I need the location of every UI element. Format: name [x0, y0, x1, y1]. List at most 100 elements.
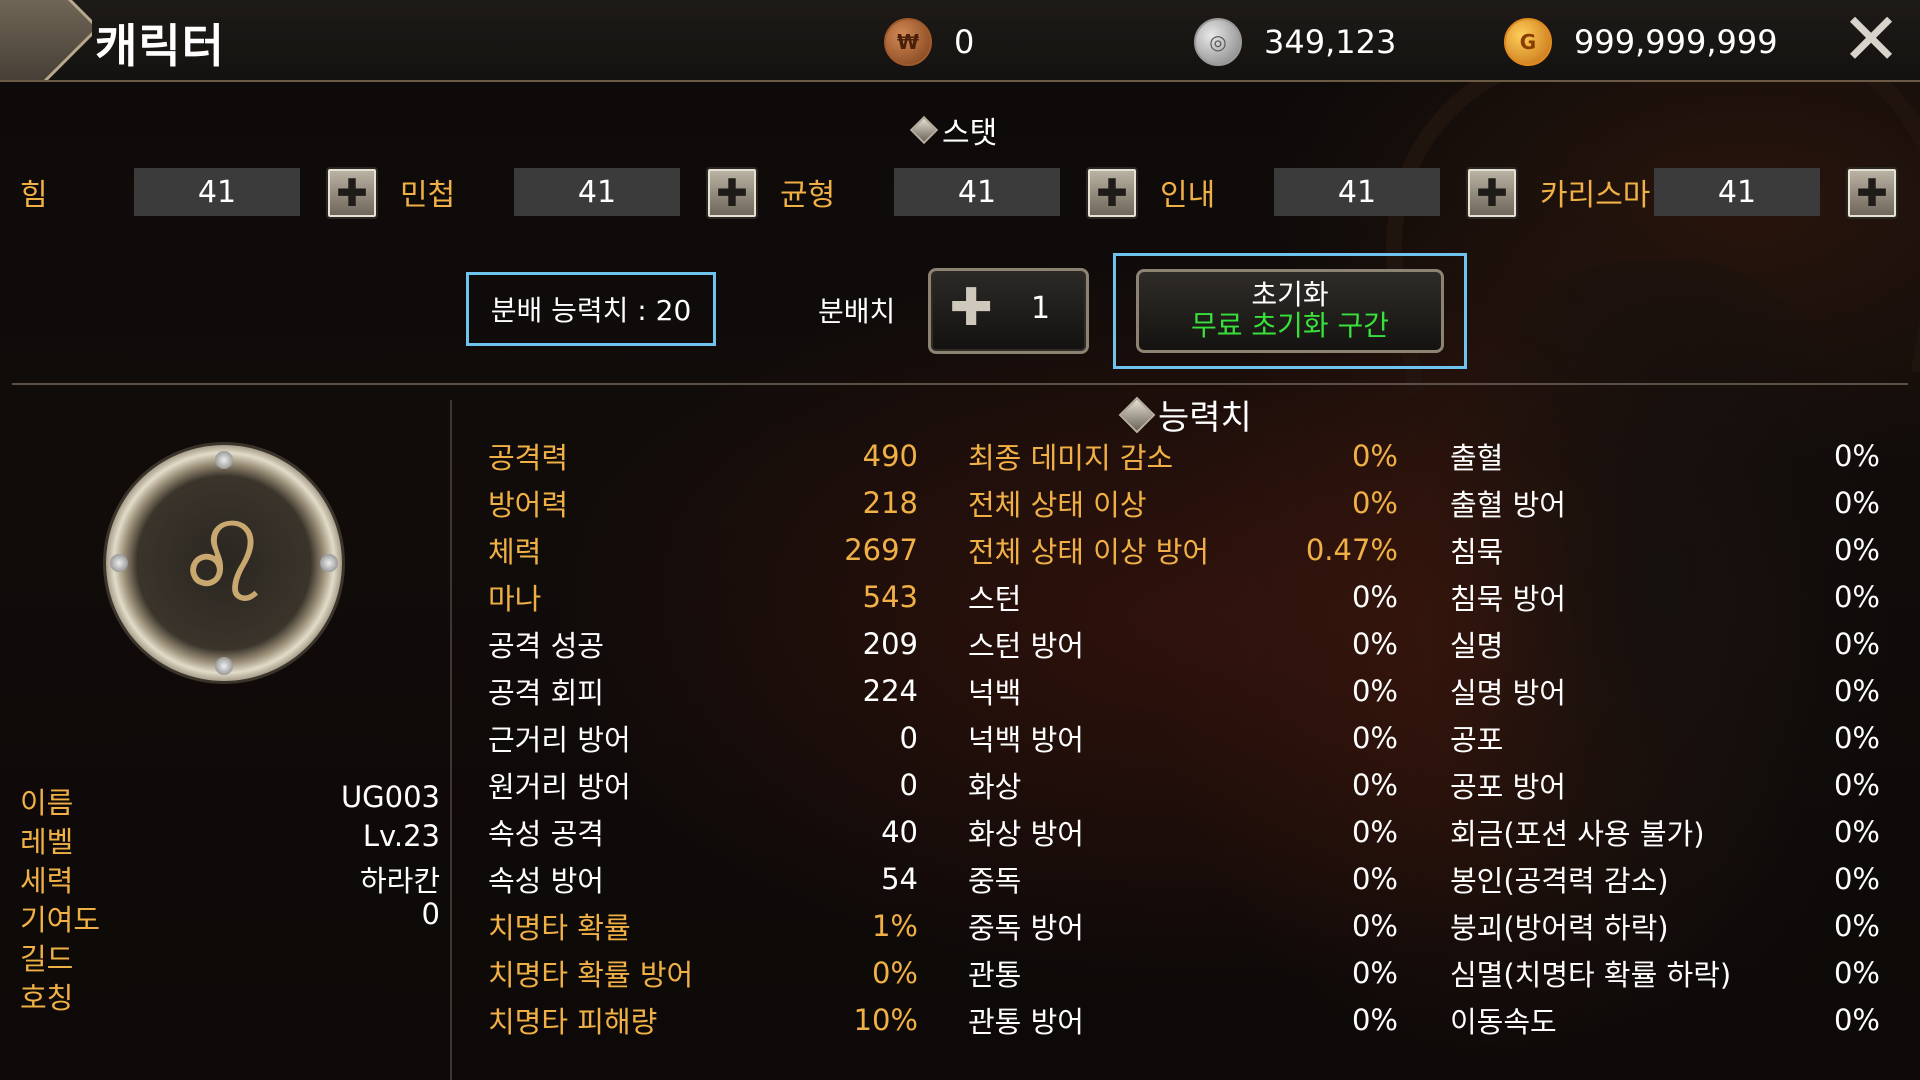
- ability-name: 봉인(공격력 감소): [1450, 863, 1669, 898]
- ability-name: 공격력: [488, 440, 569, 475]
- ability-name: 스턴: [968, 581, 1022, 616]
- profile-key: 이름: [20, 786, 74, 820]
- ability-value: 54: [881, 861, 918, 896]
- ability-name: 치명타 확률: [488, 910, 631, 945]
- ability-value: 0: [899, 720, 918, 755]
- ability-name: 심멸(치명타 확률 하락): [1450, 957, 1732, 992]
- divider-vertical: [450, 400, 452, 1080]
- stat-label-dex: 민첩: [400, 178, 456, 213]
- ability-name: 공포: [1450, 722, 1504, 757]
- header-bar: 캐릭터 ₩ 0 ◎ 349,123 G 999,999,999 ✕: [0, 0, 1920, 82]
- stat-label-end: 인내: [1160, 178, 1216, 213]
- ability-name: 붕괴(방어력 하락): [1450, 910, 1669, 945]
- free-reset-label: 무료 초기화 구간: [1190, 309, 1390, 342]
- ability-name: 넉백: [968, 675, 1022, 710]
- close-button[interactable]: ✕: [1836, 3, 1906, 76]
- ability-value: 0%: [1833, 438, 1880, 473]
- plus-icon[interactable]: ✚: [947, 282, 995, 334]
- ability-value: 0%: [1833, 532, 1880, 567]
- ability-value: 0%: [1351, 485, 1398, 520]
- ability-row: 치명타 확률 1%: [488, 902, 918, 949]
- emblem-stud: [215, 451, 233, 469]
- distribute-amount-stepper[interactable]: ✚ 1: [928, 268, 1089, 354]
- profile-key: 길드: [20, 942, 74, 976]
- ability-name: 화상: [968, 769, 1022, 804]
- ability-name: 치명타 피해량: [488, 1004, 658, 1039]
- profile-key: 레벨: [20, 825, 74, 859]
- ability-name: 출혈 방어: [1450, 487, 1566, 522]
- close-icon: ✕: [1840, 0, 1902, 81]
- ability-value: 0%: [1833, 720, 1880, 755]
- distribute-points-box: 분배 능력치 : 20: [466, 272, 716, 346]
- ability-value: 0%: [1351, 814, 1398, 849]
- profile-key: 기여도: [20, 903, 101, 937]
- currency-value: 349,123: [1264, 23, 1397, 61]
- profile-value: UG003: [340, 780, 440, 814]
- ability-value: 0%: [1833, 767, 1880, 802]
- faction-emblem: ♌: [106, 445, 342, 681]
- stat-plus-button-dex[interactable]: ✚: [706, 167, 758, 219]
- ability-name: 마나: [488, 581, 542, 616]
- ability-value: 0%: [1833, 955, 1880, 990]
- ability-row: 화상 방어 0%: [968, 808, 1398, 855]
- ability-row: 중독 0%: [968, 855, 1398, 902]
- currency-gold: G 999,999,999: [1504, 18, 1778, 66]
- ability-row: 근거리 방어 0: [488, 714, 918, 761]
- ability-row: 심멸(치명타 확률 하락) 0%: [1450, 949, 1880, 996]
- ability-row: 관통 방어 0%: [968, 996, 1398, 1043]
- currency-value: 0: [954, 23, 975, 61]
- reset-highlight: 초기화 무료 초기화 구간: [1113, 253, 1467, 369]
- ability-name: 치명타 확률 방어: [488, 957, 694, 992]
- ability-row: 속성 공격 40: [488, 808, 918, 855]
- profile-row: 호칭: [20, 975, 440, 1015]
- ability-value: 0: [899, 767, 918, 802]
- ability-value: 0%: [1833, 908, 1880, 943]
- ability-name: 이동속도: [1450, 1004, 1557, 1039]
- ability-value: 224: [862, 673, 918, 708]
- stat-label-cha: 카리스마: [1540, 178, 1651, 213]
- ability-value: 209: [862, 626, 918, 661]
- stat-plus-button-cha[interactable]: ✚: [1846, 167, 1898, 219]
- ability-row: 공포 방어 0%: [1450, 761, 1880, 808]
- stat-plus-button-end[interactable]: ✚: [1466, 167, 1518, 219]
- ability-name: 속성 방어: [488, 863, 604, 898]
- ability-row: 관통 0%: [968, 949, 1398, 996]
- profile-row: 이름 UG003: [20, 780, 440, 820]
- plus-icon: ✚: [1856, 171, 1888, 215]
- ability-row: 봉인(공격력 감소) 0%: [1450, 855, 1880, 902]
- ability-value: 0%: [1351, 673, 1398, 708]
- ability-name: 중독: [968, 863, 1022, 898]
- plus-icon: ✚: [716, 171, 748, 215]
- currency-silver: ◎ 349,123: [1194, 18, 1396, 66]
- ability-row: 속성 방어 54: [488, 855, 918, 902]
- plus-icon: ✚: [1096, 171, 1128, 215]
- ability-value: 0%: [1833, 485, 1880, 520]
- ability-row: 넉백 0%: [968, 667, 1398, 714]
- ability-row: 치명타 확률 방어 0%: [488, 949, 918, 996]
- ability-value: 0%: [1351, 908, 1398, 943]
- ability-name: 전체 상태 이상 방어: [968, 534, 1210, 569]
- diamond-icon: [909, 115, 939, 145]
- emblem-stud: [110, 554, 128, 572]
- silver-coin-icon: ◎: [1194, 18, 1242, 66]
- ability-name: 원거리 방어: [488, 769, 631, 804]
- stat-plus-button-str[interactable]: ✚: [326, 167, 378, 219]
- ability-row: 실명 0%: [1450, 620, 1880, 667]
- ability-row: 치명타 피해량 10%: [488, 996, 918, 1043]
- ability-name: 전체 상태 이상: [968, 487, 1147, 522]
- profile-key: 호칭: [20, 981, 74, 1015]
- stats-heading: 스탯: [909, 108, 997, 152]
- ability-row: 회금(포션 사용 불가) 0%: [1450, 808, 1880, 855]
- ability-name: 실명: [1450, 628, 1504, 663]
- profile-value: Lv.23: [362, 819, 440, 853]
- header-corner-ornament: [0, 0, 92, 80]
- bronze-coin-icon: ₩: [884, 18, 932, 66]
- ability-row: 넉백 방어 0%: [968, 714, 1398, 761]
- ability-row: 이동속도 0%: [1450, 996, 1880, 1043]
- ability-row: 원거리 방어 0: [488, 761, 918, 808]
- ability-name: 관통 방어: [968, 1004, 1084, 1039]
- stat-plus-button-bal[interactable]: ✚: [1086, 167, 1138, 219]
- ability-row: 공격력 490: [488, 432, 918, 479]
- reset-button[interactable]: 초기화 무료 초기화 구간: [1136, 269, 1444, 353]
- ability-value: 0%: [1833, 579, 1880, 614]
